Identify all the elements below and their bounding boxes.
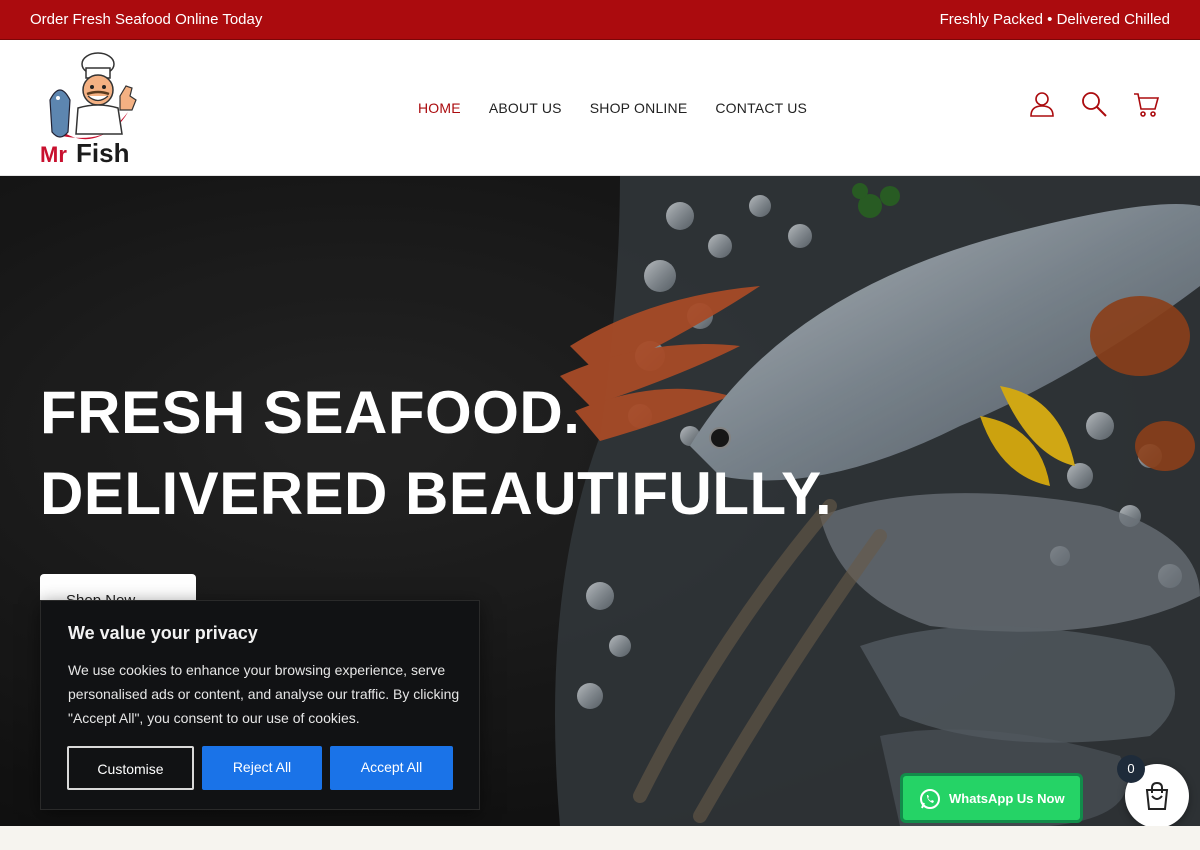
chef-mascot-icon: Mr Fish bbox=[40, 52, 137, 168]
next-section-strip bbox=[0, 826, 1200, 850]
search-icon[interactable] bbox=[1080, 90, 1108, 118]
shopping-bag-icon bbox=[1145, 781, 1169, 810]
hero-heading-line-1: FRESH SEAFOOD. bbox=[40, 379, 581, 446]
user-icon[interactable] bbox=[1028, 90, 1056, 118]
nav-shop-online[interactable]: SHOP ONLINE bbox=[590, 100, 688, 116]
header-icons bbox=[1028, 90, 1160, 118]
cookie-body-text: We use cookies to enhance your browsing … bbox=[68, 662, 460, 726]
main-nav: HOME ABOUT US SHOP ONLINE CONTACT US bbox=[418, 100, 807, 116]
whatsapp-icon bbox=[920, 789, 940, 809]
cookie-consent-banner: We value your privacy We use cookies to … bbox=[40, 600, 480, 810]
cookie-title: We value your privacy bbox=[68, 623, 258, 643]
mrfish-logo[interactable]: Mr Fish bbox=[40, 50, 145, 168]
nav-contact-us[interactable]: CONTACT US bbox=[715, 100, 807, 116]
cart-count-badge: 0 bbox=[1117, 755, 1145, 783]
reject-all-button[interactable]: Reject All bbox=[202, 746, 322, 790]
nav-home[interactable]: HOME bbox=[418, 100, 461, 116]
cart-icon[interactable] bbox=[1132, 90, 1160, 118]
announcement-bar: Order Fresh Seafood Online Today Freshly… bbox=[0, 0, 1200, 40]
svg-text:Fish: Fish bbox=[76, 138, 129, 168]
whatsapp-button[interactable]: WhatsApp Us Now bbox=[900, 773, 1083, 823]
announcement-right-text: Freshly Packed • Delivered Chilled bbox=[939, 11, 1170, 28]
site-header: Mr Fish HOME ABOUT US SHOP ONLINE CONTAC… bbox=[0, 40, 1200, 176]
accept-all-button[interactable]: Accept All bbox=[330, 746, 453, 790]
svg-text:Mr: Mr bbox=[40, 142, 67, 167]
announcement-left-text: Order Fresh Seafood Online Today bbox=[30, 11, 263, 28]
nav-about-us[interactable]: ABOUT US bbox=[489, 100, 562, 116]
customise-button[interactable]: Customise bbox=[67, 746, 194, 790]
hero-heading-line-2: DELIVERED BEAUTIFULLY. bbox=[40, 460, 833, 527]
whatsapp-label: WhatsApp Us Now bbox=[949, 791, 1065, 806]
